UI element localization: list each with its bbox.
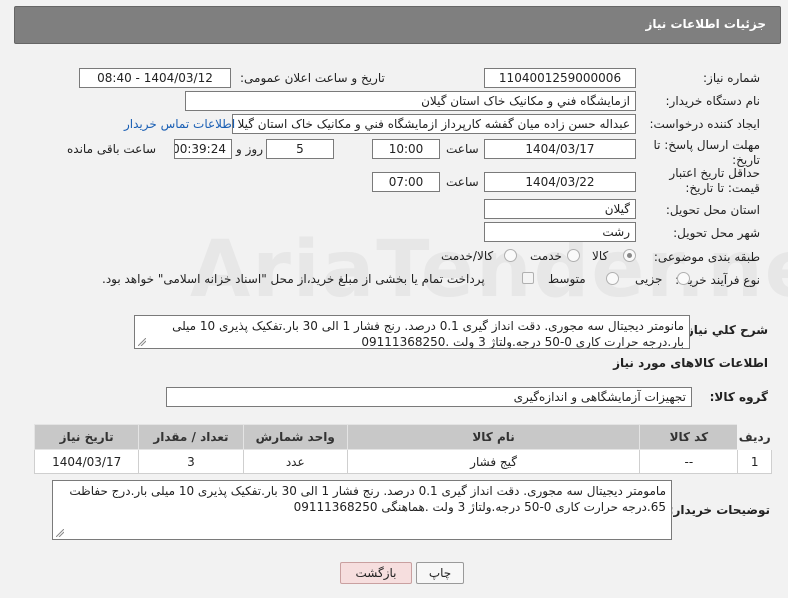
goods-group-label: گروه کالا:	[709, 390, 768, 404]
cell-row-number: 1	[737, 449, 772, 474]
print-button[interactable]: چاپ	[416, 562, 464, 584]
col-item-code: کد کالا	[639, 424, 739, 450]
buyer-org-field: ازمایشگاه فني و مکانيک خاک استان گيلان	[185, 91, 636, 111]
price-time-field: 07:00	[372, 172, 440, 192]
cell-item-code: --	[639, 449, 739, 474]
remaining-time-field: 00:39:24	[174, 139, 232, 159]
category-option-goods: کالا	[592, 249, 609, 263]
back-button[interactable]: بازگشت	[340, 562, 412, 584]
city-field: رشت	[484, 222, 636, 242]
buyer-notes-textarea: مامومتر دیجیتال سه مجوری. دقت انداز گیری…	[52, 480, 672, 540]
cell-need-date: 1404/03/17	[33, 449, 140, 474]
cell-quantity: 3	[138, 449, 244, 474]
goods-table-header: ردیف کد کالا نام کالا واحد شمارش تعداد /…	[33, 424, 772, 450]
category-option-service: خدمت	[530, 249, 562, 263]
goods-table: ردیف کد کالا نام کالا واحد شمارش تعداد /…	[33, 424, 772, 474]
category-label: طبقه بندی موضوعی:	[653, 250, 760, 264]
treasury-checkbox[interactable]	[522, 272, 534, 284]
resize-grip-icon[interactable]	[138, 338, 146, 346]
col-row-number: ردیف	[737, 424, 772, 450]
reply-time-field: 10:00	[372, 139, 440, 159]
buyer-notes-text: مامومتر دیجیتال سه مجوری. دقت انداز گیری…	[69, 484, 666, 514]
announce-field: 1404/03/12 - 08:40	[79, 68, 231, 88]
col-quantity: تعداد / مقدار	[138, 424, 244, 450]
category-radio-goods[interactable]	[623, 249, 636, 262]
contact-buyer-link[interactable]: اطلاعات تماس خریدار	[124, 117, 235, 131]
price-date-field: 1404/03/22	[484, 172, 636, 192]
cell-unit: عدد	[242, 449, 348, 474]
city-label: شهر محل تحویل:	[673, 226, 760, 240]
goods-section-title: اطلاعات کالاهای مورد نیاز	[613, 356, 768, 370]
buyer-notes-label: توضیحات خریدار:	[668, 503, 770, 517]
cell-item-name: گیج فشار	[346, 449, 641, 474]
col-unit: واحد شمارش	[242, 424, 348, 450]
need-number-label: شماره نیاز:	[703, 71, 760, 85]
creator-label: ایجاد کننده درخواست:	[649, 117, 760, 131]
col-item-name: نام کالا	[346, 424, 641, 450]
process-option-minor: جزیی	[635, 272, 663, 286]
creator-field: عبداله حسن زاده میان گفشه کارپرداز ازمای…	[232, 114, 636, 134]
resize-grip-icon[interactable]	[56, 529, 64, 537]
reply-deadline-label: مهلت ارسال پاسخ: تا تاریخ:	[653, 138, 760, 167]
category-radio-goods-service[interactable]	[504, 249, 517, 262]
price-validity-label: حداقل تاریخ اعتبار قیمت: تا تاریخ:	[669, 166, 760, 195]
process-radio-minor[interactable]	[677, 272, 690, 285]
description-label: شرح کلي نیاز:	[682, 323, 768, 337]
announce-label: تاریخ و ساعت اعلان عمومی:	[240, 71, 385, 85]
category-option-goods-service: کالا/خدمت	[441, 249, 494, 263]
reply-date-field: 1404/03/17	[484, 139, 636, 159]
table-row: 1 -- گیج فشار عدد 3 1404/03/17	[33, 449, 772, 474]
goods-group-field: تجهیزات آزمایشگاهی و اندازه‌گیری	[166, 387, 692, 407]
days-label: روز و	[236, 142, 263, 156]
need-number-field: 1104001259000006	[484, 68, 636, 88]
days-field: 5	[266, 139, 334, 159]
buyer-org-label: نام دستگاه خریدار:	[665, 94, 761, 108]
col-need-date: تاریخ نیاز	[33, 424, 140, 450]
category-radio-service[interactable]	[567, 249, 580, 262]
process-option-medium: متوسط	[548, 272, 586, 286]
province-field: گيلان	[484, 199, 636, 219]
payment-note: پرداخت تمام یا بخشی از مبلغ خرید،از محل …	[102, 272, 485, 286]
description-textarea: مانومتر دیجیتال سه مجوری. دقت انداز گیری…	[134, 315, 690, 349]
page-title: جزئیات اطلاعات نیاز	[645, 17, 766, 31]
province-label: استان محل تحویل:	[665, 203, 760, 217]
remaining-time-label: ساعت باقی مانده	[67, 142, 157, 156]
process-radio-medium[interactable]	[606, 272, 619, 285]
description-text: مانومتر دیجیتال سه مجوری. دقت انداز گیری…	[172, 319, 684, 349]
header-panel: جزئیات اطلاعات نیاز	[14, 6, 781, 44]
price-time-label: ساعت	[446, 175, 479, 189]
reply-time-label: ساعت	[446, 142, 479, 156]
